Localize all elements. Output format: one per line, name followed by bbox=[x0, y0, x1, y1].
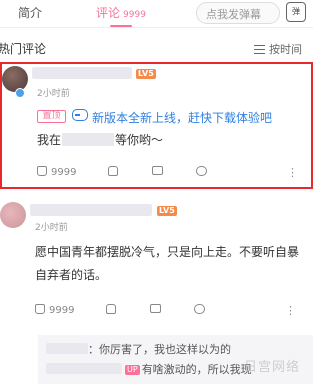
reply-text: ：你厉害了，我也这样以为的 bbox=[88, 343, 231, 356]
like-button[interactable]: 9999 bbox=[35, 304, 74, 316]
comment-actions: 9999 ⋮ bbox=[2, 166, 315, 182]
comment-card-pinned: LV5 2小时前 置顶 新版本全新上线，赶快下载体验吧 我在 等你哟～ 9999 … bbox=[0, 62, 313, 189]
username-masked[interactable] bbox=[30, 204, 152, 216]
share-icon bbox=[152, 166, 163, 175]
thumb-down-icon bbox=[106, 304, 116, 314]
comment-text: 我在 等你哟～ bbox=[37, 129, 163, 152]
comment-text: 愿中国青年都摆脱冷气，只是向上走。不要听自暴自弃者的话。 bbox=[35, 245, 300, 282]
section-title: 热门评论 bbox=[0, 42, 47, 56]
promo-link[interactable]: 新版本全新上线，赶快下载体验吧 bbox=[92, 109, 272, 126]
reply-item: ：你厉害了，我也这样以为的 bbox=[46, 341, 231, 357]
dislike-button[interactable] bbox=[108, 166, 122, 178]
tab-comments-label: 评论 bbox=[96, 6, 121, 20]
game-controller-icon bbox=[72, 109, 88, 121]
sort-icon bbox=[254, 45, 265, 54]
comment-actions: 9999 ⋮ bbox=[0, 304, 313, 320]
avatar[interactable] bbox=[2, 66, 28, 92]
comment-text-before: 我在 bbox=[37, 133, 62, 147]
section-header: 热门评论 按时间 bbox=[0, 40, 313, 58]
share-button[interactable] bbox=[152, 166, 163, 178]
username-masked[interactable] bbox=[32, 67, 132, 79]
level-badge: LV5 bbox=[136, 69, 156, 79]
comment-time: 2小时前 bbox=[37, 89, 70, 99]
like-count: 9999 bbox=[49, 305, 75, 316]
more-icon[interactable]: ⋮ bbox=[285, 304, 296, 317]
reply-author-masked[interactable] bbox=[46, 363, 122, 374]
danmaku-toggle-icon[interactable]: 弹 bbox=[286, 2, 306, 22]
active-tab-indicator bbox=[110, 25, 132, 27]
share-button[interactable] bbox=[150, 304, 161, 316]
comment-time: 2小时前 bbox=[35, 223, 68, 233]
dislike-button[interactable] bbox=[106, 304, 120, 316]
danmaku-input[interactable]: 点我发弹幕 bbox=[196, 2, 280, 24]
masked-text bbox=[62, 133, 115, 146]
comment-icon bbox=[194, 304, 205, 314]
avatar[interactable] bbox=[0, 202, 26, 228]
vip-badge-icon bbox=[15, 88, 25, 98]
watermark: 日宫网络 bbox=[244, 360, 301, 375]
sort-button[interactable]: 按时间 bbox=[254, 41, 302, 57]
thumb-up-icon bbox=[37, 166, 47, 176]
sort-label: 按时间 bbox=[269, 43, 302, 56]
comment-icon bbox=[196, 166, 207, 176]
level-badge: LV5 bbox=[157, 206, 177, 216]
reply-item: UP 有啥激动的，所以我现 bbox=[46, 361, 252, 377]
reply-button[interactable] bbox=[196, 166, 207, 179]
more-icon[interactable]: ⋮ bbox=[287, 166, 298, 179]
like-button[interactable]: 9999 bbox=[37, 166, 76, 178]
tab-comments[interactable]: 评论 9999 bbox=[96, 4, 146, 21]
comment-text-after: 等你哟～ bbox=[115, 133, 164, 147]
reply-button[interactable] bbox=[194, 304, 205, 317]
pinned-tag: 置顶 bbox=[37, 110, 66, 123]
thumb-down-icon bbox=[108, 166, 118, 176]
up-tag: UP bbox=[125, 365, 140, 375]
reply-author-masked[interactable] bbox=[46, 343, 88, 354]
like-count: 9999 bbox=[51, 167, 77, 178]
tab-bar: 简介 评论 9999 点我发弹幕 弹 bbox=[0, 0, 313, 28]
comments-count: 9999 bbox=[123, 10, 146, 20]
tab-intro[interactable]: 简介 bbox=[18, 4, 42, 21]
thumb-up-icon bbox=[35, 304, 45, 314]
reply-text: 有啥激动的，所以我现 bbox=[141, 363, 252, 376]
share-icon bbox=[150, 304, 161, 313]
